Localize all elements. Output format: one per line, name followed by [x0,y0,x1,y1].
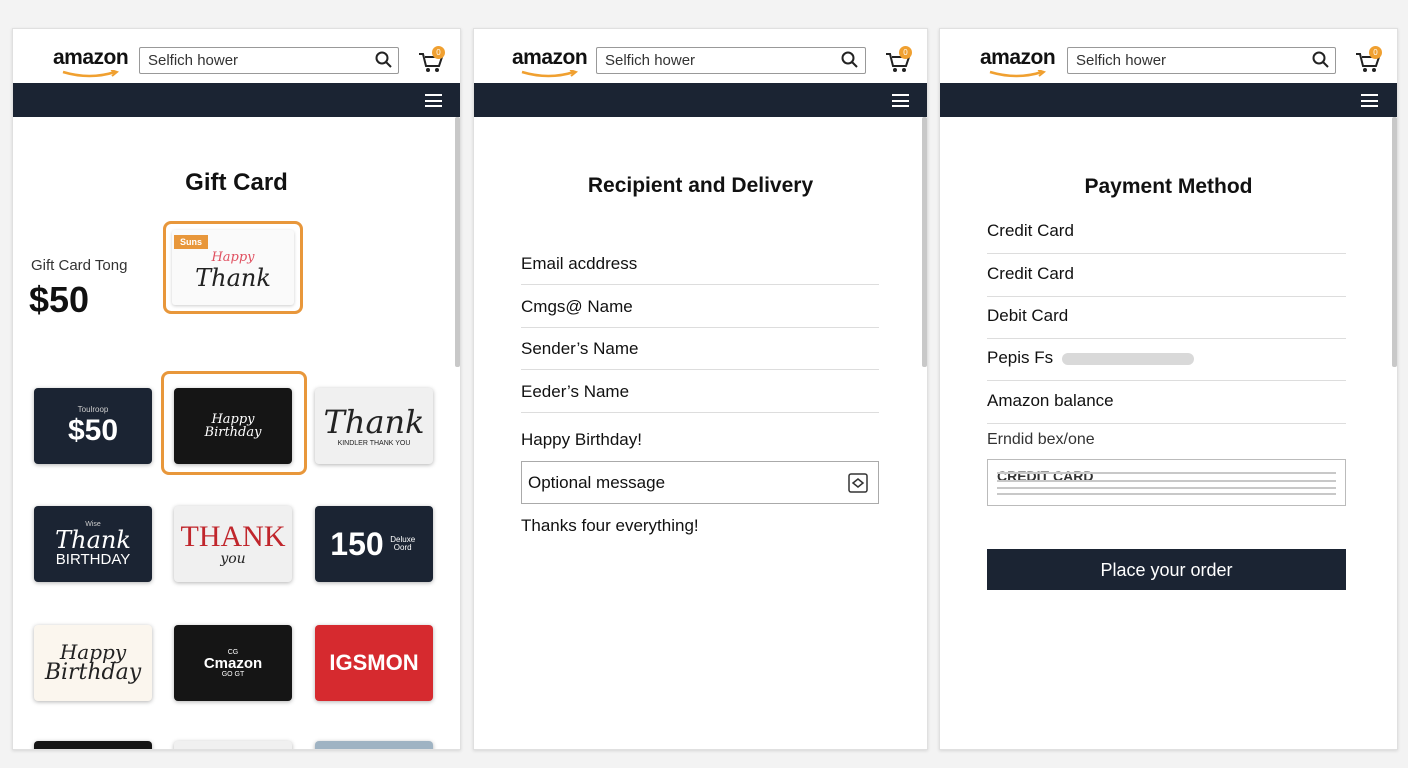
smile-arrow-icon [989,70,1046,78]
nav-bar [474,83,927,117]
gift-card-option[interactable]: Thank KINDLER THANK YOU [315,388,433,464]
smile-arrow-icon [62,70,119,78]
payment-method-panel: amazon 0 Payment Method Credit Card Cred… [939,28,1398,750]
gift-card-option[interactable]: Toulroop $50 [34,388,152,464]
gift-card-option[interactable]: Happy Birthday [34,625,152,701]
card-caption: Toulroop [77,405,109,414]
place-order-button[interactable]: Place your order [987,549,1346,590]
gift-card-option[interactable] [315,741,433,749]
masked-value [1061,352,1194,365]
card-subtext: you [220,551,246,567]
featured-card-frame[interactable]: Suns Happy Thank [163,221,303,314]
nav-bar [940,83,1397,117]
gift-card-amount: $50 [29,279,90,320]
scrollbar[interactable] [455,117,460,367]
logo-text: amazon [980,46,1056,69]
gift-card-panel: amazon 0 Gift Card Gift Card Tong $50 Su… [12,28,461,750]
card-main-text: Thank [55,526,131,554]
card-main-text: Thank [323,402,425,441]
masked-line [997,472,1336,474]
payment-option-credit-card[interactable]: Credit Card [987,211,1346,254]
card-main-text: THANK [180,520,286,553]
gift-card-label: Gift Card Tong [31,257,128,274]
recipient-delivery-panel: amazon 0 Recipient and Delivery Email ac… [473,28,928,750]
search-icon[interactable] [841,51,859,69]
card-main-text: $50 [67,414,119,447]
gift-card-option[interactable] [174,741,292,749]
site-header: amazon 0 [13,29,460,83]
card-subtext: Birthday [44,660,142,685]
card-number-input[interactable]: CREDIT CARD [987,459,1346,506]
greeting-text: Happy Birthday! [521,430,642,449]
card-caption: Deluxe Oord [390,535,416,552]
card-field-label: Erndid bex/one [987,431,1095,448]
search-input[interactable] [1067,47,1336,74]
closing-message-text: Thanks four everything! [521,516,699,535]
gift-card-option[interactable]: Happy Birthday [174,388,292,464]
gift-card-option[interactable]: THANK you [174,506,292,582]
card-subtext: BIRTHDAY [55,551,131,568]
card-main-text: Cmazon [203,654,263,672]
payment-option-credit-card-2[interactable]: Credit Card [987,254,1346,297]
amazon-logo[interactable]: amazon [512,46,588,78]
search-input[interactable] [139,47,399,74]
card-main-text: 150 [330,526,384,562]
message-options-icon[interactable] [848,473,868,493]
featured-card-line2: Thank [195,264,271,292]
logo-text: amazon [512,46,588,69]
masked-line [997,487,1336,489]
search-icon[interactable] [375,51,393,69]
nav-bar [13,83,460,117]
cart-count-badge: 0 [432,46,445,59]
card-main-text: Birthday [204,425,262,440]
masked-line [997,493,1336,495]
page-title: Recipient and Delivery [587,174,814,197]
payment-option-label: Pepis Fs [987,348,1054,367]
smile-arrow-icon [521,70,578,78]
site-header: amazon 0 [940,29,1397,83]
other-name-field[interactable]: Eeder’s Name [521,371,879,413]
email-address-field[interactable]: Email acddress [521,243,879,285]
recipient-name-field[interactable]: Cmgs@ Name [521,286,879,328]
featured-card-line1: Happy [211,250,255,265]
gift-card-option[interactable]: IGSMON [315,625,433,701]
amazon-logo[interactable]: amazon [53,46,129,78]
message-placeholder: Optional message [528,473,666,492]
hamburger-menu-icon[interactable] [1361,94,1378,107]
payment-option-amazon-balance[interactable]: Amazon balance [987,381,1346,424]
sender-name-field[interactable]: Sender’s Name [521,328,879,370]
scrollbar[interactable] [1392,117,1397,367]
hamburger-menu-icon[interactable] [892,94,909,107]
amazon-logo[interactable]: amazon [980,46,1056,78]
page-title: Payment Method [1084,175,1253,198]
card-main-text: IGSMON [329,650,419,675]
scrollbar[interactable] [922,117,927,367]
gift-card-option[interactable]: CG Cmazon GO GT [174,625,292,701]
gift-card-option[interactable] [34,741,152,749]
gift-card-option[interactable]: Wise Thank BIRTHDAY [34,506,152,582]
featured-card-badge: Suns [174,235,209,249]
masked-line [997,480,1336,482]
page-title: Gift Card [185,169,288,196]
payment-option-debit-card[interactable]: Debit Card [987,296,1346,339]
optional-message-input[interactable]: Optional message [521,461,879,504]
search-icon[interactable] [1312,51,1330,69]
hamburger-menu-icon[interactable] [425,94,442,107]
card-caption: KINDLER THANK YOU [337,439,411,447]
card-main-text: Happy [59,640,127,664]
gift-card-option[interactable]: 150 Deluxe Oord [315,506,433,582]
cart-count-badge: 0 [899,46,912,59]
cart-count-badge: 0 [1369,46,1382,59]
featured-card[interactable]: Suns Happy Thank [172,230,294,305]
logo-text: amazon [53,46,129,69]
search-input[interactable] [596,47,866,74]
card-caption: GO GT [221,670,245,678]
payment-option-other[interactable]: Pepis Fs [987,338,1346,381]
site-header: amazon 0 [474,29,927,83]
